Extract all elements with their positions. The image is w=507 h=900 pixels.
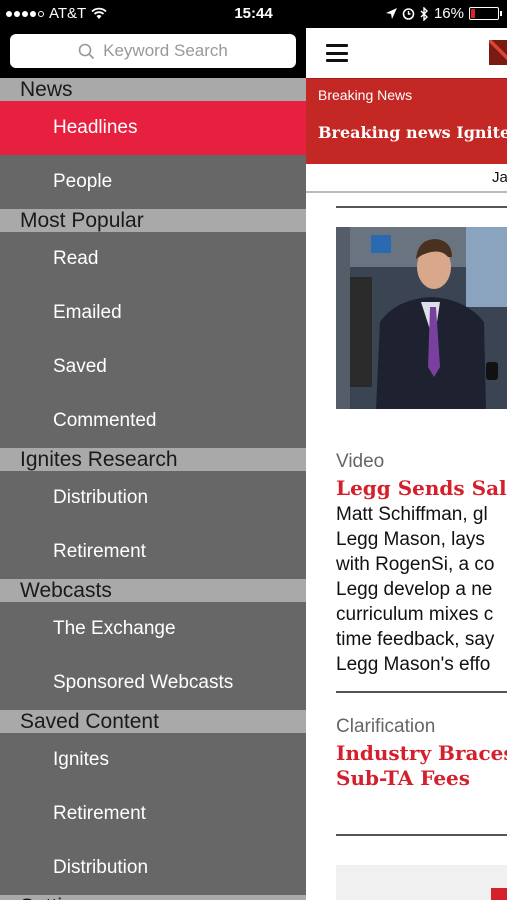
menu-item-emailed[interactable]: Emailed <box>0 286 306 340</box>
menu-icon[interactable] <box>326 44 348 62</box>
menu-item-commented[interactable]: Commented <box>0 394 306 448</box>
menu-item-distribution[interactable]: Distribution <box>0 841 306 895</box>
date-bar: Ja <box>306 164 507 193</box>
main-content: Breaking News Breaking news Ignites Ja V… <box>306 28 507 900</box>
sidebar-menu: Keyword Search News Headlines People Most P… <box>0 28 306 900</box>
search-area: Keyword Search <box>0 28 306 78</box>
location-icon <box>385 8 397 19</box>
article-type-video: Video <box>336 451 385 472</box>
divider <box>336 834 507 836</box>
video-thumbnail[interactable] <box>336 227 507 409</box>
article-title-line1[interactable]: Industry Braces <box>336 741 507 766</box>
battery-percent: 16% <box>433 5 464 22</box>
section-header: Webcasts <box>0 579 306 602</box>
divider <box>336 691 507 693</box>
section-header: News <box>0 78 306 101</box>
article-type-clarification: Clarification <box>336 716 436 737</box>
menu-item-saved[interactable]: Saved <box>0 340 306 394</box>
search-placeholder: Keyword Search <box>103 41 228 60</box>
search-icon <box>78 43 95 59</box>
menu-item-distribution[interactable]: Distribution <box>0 471 306 525</box>
section-header: Ignites Research <box>0 448 306 471</box>
search-input[interactable]: Keyword Search <box>10 34 296 68</box>
breaking-news-headline: Breaking news Ignites <box>318 123 507 142</box>
menu-item-retirement[interactable]: Retirement <box>0 525 306 579</box>
status-bar: AT&T 15:44 16% <box>0 0 507 28</box>
breaking-news-banner[interactable]: Breaking News Breaking news Ignites <box>306 78 507 164</box>
date-label: Ja <box>492 169 507 186</box>
video-image <box>336 227 507 409</box>
article-thumbnail[interactable] <box>336 865 507 900</box>
menu-item-sponsored-webcasts[interactable]: Sponsored Webcasts <box>0 656 306 710</box>
app-logo <box>489 40 507 65</box>
top-bar <box>306 28 507 78</box>
section-header: Saved Content <box>0 710 306 733</box>
article-title[interactable]: Legg Sends Sale <box>336 476 507 501</box>
menu-item-the-exchange[interactable]: The Exchange <box>0 602 306 656</box>
battery-icon <box>469 7 502 20</box>
menu-item-ignites[interactable]: Ignites <box>0 733 306 787</box>
divider <box>336 206 507 208</box>
section-header: Most Popular <box>0 209 306 232</box>
menu-item-headlines[interactable]: Headlines <box>0 101 306 155</box>
article-summary: Matt Schiffman, gl Legg Mason, lays with… <box>336 504 495 675</box>
menu-item-read[interactable]: Read <box>0 232 306 286</box>
alarm-icon <box>402 8 415 20</box>
bluetooth-icon <box>420 6 428 21</box>
menu-item-retirement[interactable]: Retirement <box>0 787 306 841</box>
article-title-line2[interactable]: Sub-TA Fees <box>336 766 470 791</box>
menu-list: News Headlines People Most Popular Read Email… <box>0 78 306 900</box>
breaking-news-label: Breaking News <box>318 87 413 103</box>
section-header: Settings <box>0 895 306 900</box>
menu-item-people[interactable]: People <box>0 155 306 209</box>
